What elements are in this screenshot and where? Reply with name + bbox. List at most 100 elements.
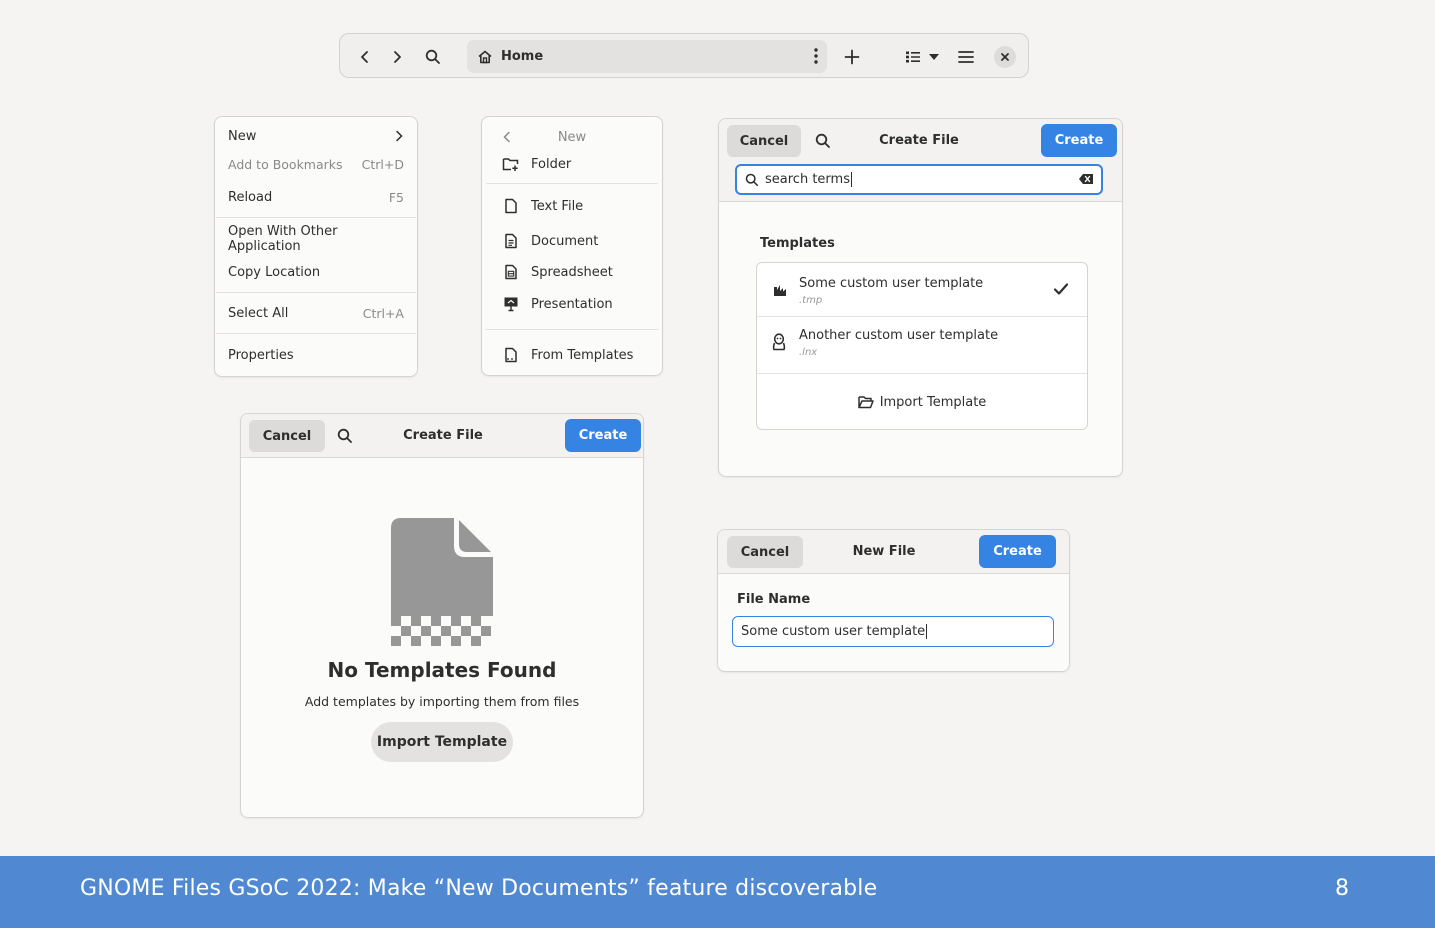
dialog-header: Cancel New File Create (718, 530, 1069, 574)
template-name: Another custom user template (799, 328, 999, 343)
search-input-text[interactable]: search terms (765, 172, 852, 187)
path-bar[interactable]: Home (467, 40, 827, 73)
close-button[interactable] (990, 34, 1020, 79)
menu-item-select-all[interactable]: Select All Ctrl+A (215, 299, 417, 327)
menu-item-label: Properties (228, 347, 294, 363)
menu-separator (216, 333, 416, 334)
submenu-item-from-templates[interactable]: From Templates (482, 342, 662, 368)
templates-section-title: Templates (760, 236, 835, 251)
submenu-item-label: From Templates (531, 347, 634, 363)
cancel-button[interactable]: Cancel (727, 125, 801, 157)
dialog-title: Create File (403, 428, 483, 443)
close-icon (994, 45, 1016, 68)
new-folder-icon (502, 156, 520, 172)
new-submenu: New Folder Text File Document Spreadshee… (481, 116, 663, 376)
file-name-input-text[interactable]: Some custom user template (741, 624, 928, 639)
menu-separator (486, 183, 658, 184)
template-row[interactable]: Some custom user template .tmp (757, 263, 1087, 317)
chevron-right-icon (394, 130, 404, 142)
back-button[interactable] (348, 34, 382, 79)
create-button[interactable]: Create (979, 535, 1056, 568)
menu-item-reload[interactable]: Reload F5 (215, 183, 417, 211)
menu-item-copy-location[interactable]: Copy Location (215, 258, 417, 286)
dialog-title: New File (852, 544, 916, 559)
file-name-label: File Name (737, 592, 811, 607)
template-name: Some custom user template (799, 276, 984, 291)
empty-state-subtitle: Add templates by importing them from fil… (304, 694, 580, 709)
submenu-title: New (557, 130, 587, 145)
create-button[interactable]: Create (1041, 124, 1117, 157)
submenu-item-label: Folder (531, 156, 572, 172)
menu-item-accel: Ctrl+A (362, 305, 404, 321)
new-button[interactable] (836, 34, 868, 79)
back-icon (358, 50, 372, 64)
main-menu-button[interactable] (950, 34, 982, 79)
menu-item-label: Select All (228, 305, 289, 321)
menu-icon (958, 50, 974, 64)
new-file-dialog: Cancel New File Create File Name Some cu… (717, 529, 1070, 672)
menu-item-properties[interactable]: Properties (215, 341, 417, 369)
create-file-dialog: Cancel Create File Create search terms T… (718, 118, 1123, 477)
menu-item-accel: Ctrl+D (361, 156, 404, 172)
clear-icon[interactable] (1078, 173, 1094, 185)
forward-icon (390, 50, 404, 64)
slide-footer: GNOME Files GSoC 2022: Make “New Documen… (0, 856, 1435, 928)
file-name-input[interactable]: Some custom user template (732, 616, 1054, 647)
search-button[interactable] (416, 34, 450, 79)
spreadsheet-icon (502, 264, 520, 280)
submenu-item-document[interactable]: Document (482, 228, 662, 254)
slide-page-number: 8 (1335, 876, 1349, 901)
dropdown-icon (929, 53, 939, 60)
presentation-icon (502, 296, 520, 312)
view-toggle-button[interactable] (898, 34, 946, 79)
path-home-label[interactable]: Home (501, 49, 543, 64)
menu-item-new[interactable]: New (215, 123, 417, 149)
submenu-header[interactable]: New (482, 125, 662, 151)
submenu-item-folder[interactable]: Folder (482, 151, 662, 177)
empty-template-icon (389, 516, 497, 650)
menu-separator (216, 217, 416, 218)
submenu-item-text-file[interactable]: Text File (482, 193, 662, 219)
submenu-item-label: Spreadsheet (531, 264, 613, 280)
empty-state-title: No Templates Found (327, 658, 557, 682)
import-template-row[interactable]: Import Template (757, 374, 1087, 430)
submenu-item-label: Presentation (531, 296, 613, 312)
menu-item-add-to-bookmarks[interactable]: Add to Bookmarks Ctrl+D (215, 151, 417, 177)
document-icon (502, 233, 520, 249)
search-entry[interactable]: search terms (735, 164, 1103, 195)
home-icon (477, 49, 493, 65)
forward-button[interactable] (380, 34, 414, 79)
create-button[interactable]: Create (565, 419, 641, 452)
search-icon[interactable] (337, 428, 353, 444)
new-icon (844, 49, 860, 65)
submenu-item-presentation[interactable]: Presentation (482, 291, 662, 317)
submenu-item-label: Text File (531, 198, 584, 214)
cancel-button[interactable]: Cancel (249, 420, 325, 452)
template-app-icon (772, 282, 788, 298)
checkmark-icon (1053, 282, 1069, 296)
more-icon[interactable] (813, 47, 819, 65)
list-view-icon (905, 50, 921, 64)
file-icon (502, 198, 520, 214)
submenu-item-spreadsheet[interactable]: Spreadsheet (482, 259, 662, 285)
menu-item-open-with[interactable]: Open With Other Application (215, 224, 417, 254)
import-template-button[interactable]: Import Template (371, 722, 513, 762)
context-menu: New Add to Bookmarks Ctrl+D Reload F5 Op… (214, 116, 418, 377)
menu-item-label: Reload (228, 189, 273, 205)
menu-item-label: Add to Bookmarks (228, 156, 343, 172)
menu-item-accel: F5 (388, 189, 404, 205)
menu-item-label: Copy Location (228, 264, 321, 280)
templates-list: Some custom user template .tmp Another c… (756, 262, 1088, 430)
dialog-title: Create File (879, 133, 959, 148)
search-icon[interactable] (815, 133, 831, 149)
folder-open-icon (857, 395, 874, 409)
import-template-label: Import Template (879, 394, 987, 410)
template-extension: .tmp (799, 295, 823, 306)
menu-separator (486, 329, 658, 330)
cancel-button[interactable]: Cancel (727, 536, 803, 568)
template-icon (502, 347, 520, 363)
header-bar: Home (339, 33, 1029, 78)
menu-item-label: Open With Other Application (228, 224, 338, 254)
template-row[interactable]: Another custom user template .lnx (757, 317, 1087, 374)
template-app-icon (771, 333, 787, 351)
